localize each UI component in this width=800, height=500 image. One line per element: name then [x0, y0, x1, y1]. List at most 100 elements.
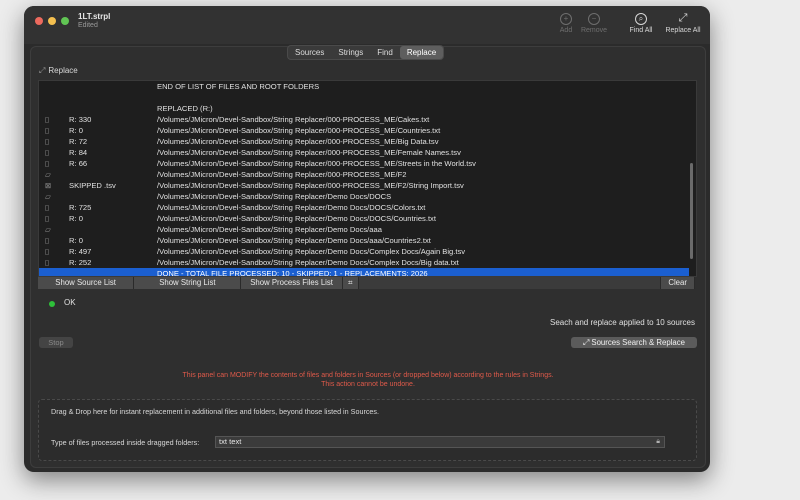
log-path: /Volumes/JMicron/Devel-Sandbox/String Re…: [157, 137, 439, 146]
log-path: /Volumes/JMicron/Devel-Sandbox/String Re…: [157, 192, 392, 201]
drop-zone[interactable]: Drag & Drop here for instant replacement…: [38, 399, 697, 461]
tab-sources[interactable]: Sources: [288, 46, 331, 59]
folder-open-icon: ▱: [45, 192, 51, 201]
log-path: /Volumes/JMicron/Devel-Sandbox/String Re…: [157, 258, 459, 267]
log-path: /Volumes/JMicron/Devel-Sandbox/String Re…: [157, 236, 431, 245]
show-string-list-button[interactable]: Show String List: [134, 277, 242, 289]
file-types-value: txt text: [219, 437, 242, 446]
log-row[interactable]: ▯ R: 725/Volumes/JMicron/Devel-Sandbox/St…: [39, 202, 689, 213]
replace-arrows-icon: ⤢: [39, 66, 46, 75]
file-types-label: Type of files processed inside dragged f…: [51, 438, 200, 447]
toolbar-remove-button[interactable]: − Remove: [576, 11, 612, 34]
tab-find[interactable]: Find: [370, 46, 400, 59]
status-text: OK: [64, 298, 76, 307]
log-row[interactable]: ▱ /Volumes/JMicron/Devel-Sandbox/String R…: [39, 169, 689, 180]
file-icon: ▯: [45, 203, 50, 212]
log-row[interactable]: ▯ R: 72/Volumes/JMicron/Devel-Sandbox/Str…: [39, 136, 689, 147]
log-row[interactable]: ▯ R: 0/Volumes/JMicron/Devel-Sandbox/Stri…: [39, 213, 689, 224]
skipped-file-icon: ⊠: [45, 181, 52, 190]
file-icon: ▯: [45, 247, 50, 256]
log-status: R: 252: [69, 258, 92, 267]
log-row[interactable]: ▯ R: 0/Volumes/JMicron/Devel-Sandbox/Stri…: [39, 235, 689, 246]
log-row[interactable]: REPLACED (R:): [39, 103, 689, 114]
toolbar-replace-all-button[interactable]: ⤢ Replace All: [661, 11, 705, 34]
minus-circle-icon: −: [576, 11, 612, 25]
log-summary-row[interactable]: DONE - TOTAL FILE PROCESSED: 10 - SKIPPE…: [39, 268, 689, 277]
reveal-icon[interactable]: ⌗: [342, 277, 359, 289]
lock-icon[interactable]: 🔒︎: [656, 437, 660, 447]
drop-zone-title: Drag & Drop here for instant replacement…: [51, 407, 380, 416]
magnifier-icon: ⌕: [626, 11, 656, 25]
log-row[interactable]: ▯ R: 330/Volumes/JMicron/Devel-Sandbox/St…: [39, 114, 689, 125]
log-status: R: 0: [69, 214, 83, 223]
log-path: /Volumes/JMicron/Devel-Sandbox/String Re…: [157, 181, 464, 190]
tab-strings[interactable]: Strings: [331, 46, 370, 59]
show-process-files-button[interactable]: Show Process Files List: [241, 277, 343, 289]
toolbar-find-all-button[interactable]: ⌕ Find All: [626, 11, 656, 34]
log-path: /Volumes/JMicron/Devel-Sandbox/String Re…: [157, 225, 382, 234]
button-bar-spacer: [358, 277, 662, 289]
log-status: R: 66: [69, 159, 88, 168]
log-row[interactable]: ▱ /Volumes/JMicron/Devel-Sandbox/String R…: [39, 191, 689, 202]
tab-bar: Sources Strings Find Replace: [287, 45, 445, 60]
file-icon: ▯: [45, 258, 50, 267]
log-status: R: 725: [69, 203, 92, 212]
replace-panel: Sources Strings Find Replace ⤢ Replace DO…: [30, 45, 706, 468]
log-scrollbar[interactable]: [690, 163, 693, 259]
sources-search-replace-button[interactable]: ⤢ Sources Search & Replace: [571, 337, 697, 348]
toolbar-replace-all-label: Replace All: [665, 27, 701, 34]
log-path: /Volumes/JMicron/Devel-Sandbox/String Re…: [157, 203, 426, 212]
log-row[interactable]: ▯ R: 0/Volumes/JMicron/Devel-Sandbox/Stri…: [39, 125, 689, 136]
close-window-button[interactable]: [35, 17, 43, 25]
file-icon: ▯: [45, 214, 50, 223]
log-path: /Volumes/JMicron/Devel-Sandbox/String Re…: [157, 170, 407, 179]
log-row[interactable]: ▯ R: 66/Volumes/JMicron/Devel-Sandbox/Str…: [39, 158, 689, 169]
title-bar: 1LT.strpl Edited + Add − Remove ⌕ Find A…: [24, 6, 710, 44]
log-path: /Volumes/JMicron/Devel-Sandbox/String Re…: [157, 115, 430, 124]
log-path: /Volumes/JMicron/Devel-Sandbox/String Re…: [157, 126, 441, 135]
tab-replace[interactable]: Replace: [399, 46, 444, 59]
log-button-bar: Show Source List Show String List Show P…: [38, 277, 696, 289]
minimize-window-button[interactable]: [48, 17, 56, 25]
log-row[interactable]: ▯ R: 84/Volumes/JMicron/Devel-Sandbox/Str…: [39, 147, 689, 158]
document-status: Edited: [78, 22, 98, 29]
file-icon: ▯: [45, 236, 50, 245]
log-status: R: 0: [69, 126, 83, 135]
show-source-list-button[interactable]: Show Source List: [38, 277, 135, 289]
replace-arrows-icon: ⤢: [678, 12, 688, 24]
stop-button[interactable]: Stop: [39, 337, 73, 348]
log-status: R: 84: [69, 148, 88, 157]
panel-header: ⤢ Replace: [39, 66, 78, 76]
document-title: 1LT.strpl: [78, 12, 111, 21]
zoom-window-button[interactable]: [61, 17, 69, 25]
clear-log-button[interactable]: Clear: [661, 277, 696, 289]
file-types-field[interactable]: txt text 🔒︎: [215, 436, 665, 448]
log-status: R: 330: [69, 115, 92, 124]
log-row[interactable]: ⊠ SKIPPED .tsv/Volumes/JMicron/Devel-Sand…: [39, 180, 689, 191]
toolbar-add-label: Add: [559, 27, 573, 34]
log-path: END OF LIST OF FILES AND ROOT FOLDERS: [157, 82, 320, 91]
log-path: /Volumes/JMicron/Devel-Sandbox/String Re…: [157, 214, 436, 223]
file-icon: ▯: [45, 148, 50, 157]
log-row[interactable]: ▱ /Volumes/JMicron/Devel-Sandbox/String R…: [39, 224, 689, 235]
log-row[interactable]: END OF LIST OF FILES AND ROOT FOLDERS: [39, 81, 689, 92]
file-icon: ▯: [45, 115, 50, 124]
file-icon: ▯: [45, 126, 50, 135]
log-path: /Volumes/JMicron/Devel-Sandbox/String Re…: [157, 148, 461, 157]
folder-open-icon: ▱: [45, 170, 51, 179]
replace-log-list[interactable]: DONE - TOTAL FILE PROCESSED: 10 - SKIPPE…: [38, 80, 697, 277]
log-path: REPLACED (R:): [157, 104, 213, 113]
status-indicator-icon: [49, 301, 55, 307]
log-path: DONE - TOTAL FILE PROCESSED: 10 - SKIPPE…: [157, 269, 428, 277]
log-row[interactable]: ▯ R: 497/Volumes/JMicron/Devel-Sandbox/St…: [39, 246, 689, 257]
log-status: R: 497: [69, 247, 92, 256]
toolbar-find-all-label: Find All: [629, 27, 653, 34]
log-row[interactable]: ▯ R: 252/Volumes/JMicron/Devel-Sandbox/St…: [39, 257, 689, 268]
warning-text: This panel can MODIFY the contents of fi…: [182, 372, 554, 379]
log-status: R: 0: [69, 236, 83, 245]
file-icon: ▯: [45, 159, 50, 168]
file-icon: ▯: [45, 137, 50, 146]
log-status: R: 72: [69, 137, 88, 146]
sources-search-replace-label: Sources Search & Replace: [591, 338, 686, 347]
log-row[interactable]: [39, 92, 689, 103]
